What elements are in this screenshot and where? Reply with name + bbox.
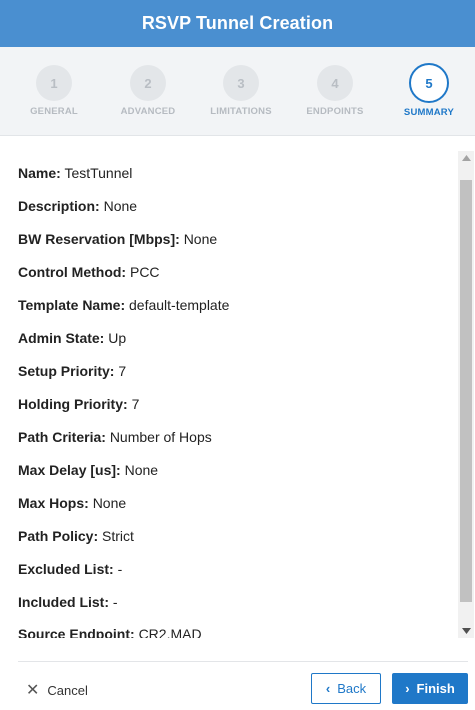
step-label: ENDPOINTS [306,106,364,117]
summary-row: Template Name: default-template [18,297,229,313]
step-number: 1 [36,65,72,101]
step-number: 3 [223,65,259,101]
summary-value: CR2.MAD [138,626,202,638]
step-label: LIMITATIONS [210,106,272,117]
summary-row: Control Method: PCC [18,264,160,280]
summary-row: Holding Priority: 7 [18,396,139,412]
summary-value: None [183,231,218,247]
summary-value: TestTunnel [64,165,133,181]
summary-value: None [124,462,159,478]
summary-label: Name: [18,165,61,181]
summary-value: Number of Hops [109,429,212,445]
summary-label: Path Policy: [18,528,99,544]
summary-label: Max Hops: [18,495,89,511]
step-label: SUMMARY [403,107,455,118]
summary-list: Name: TestTunnel Description: None BW Re… [0,151,455,638]
summary-row: Admin State: Up [18,330,126,346]
chevron-left-icon: ‹ [325,681,331,696]
summary-label: Included List: [18,594,109,610]
summary-label: Admin State: [18,330,105,346]
summary-label: Max Delay [us]: [18,462,121,478]
summary-row: Path Policy: Strict [18,528,134,544]
summary-row: Max Hops: None [18,495,126,511]
step-general[interactable]: 1 GENERAL [9,55,99,117]
scrollbar-thumb[interactable] [460,180,472,602]
summary-value: 7 [131,396,140,412]
summary-value: - [117,561,123,577]
summary-row: Name: TestTunnel [18,165,132,181]
step-summary[interactable]: 5 SUMMARY [384,55,474,118]
summary-row: Path Criteria: Number of Hops [18,429,212,445]
wizard-steps: 1 GENERAL 2 ADVANCED 3 LIMITATIONS 4 END… [0,47,475,136]
summary-label: Template Name: [18,297,126,313]
finish-label: Finish [416,681,455,696]
step-label: ADVANCED [120,106,176,117]
step-endpoints[interactable]: 4 ENDPOINTS [290,55,380,117]
triangle-up-icon[interactable] [458,151,474,165]
summary-value: None [103,198,138,214]
summary-row: Max Delay [us]: None [18,462,158,478]
summary-value: 7 [118,363,127,379]
close-icon: ✕ [26,682,40,699]
step-label: GENERAL [30,106,78,117]
summary-row: Setup Priority: 7 [18,363,126,379]
summary-label: Setup Priority: [18,363,115,379]
step-number: 2 [130,65,166,101]
summary-label: Control Method: [18,264,127,280]
summary-value: - [112,594,118,610]
summary-value: default-template [129,297,230,313]
summary-value: PCC [129,264,160,280]
dialog-title: RSVP Tunnel Creation [0,0,475,47]
step-advanced[interactable]: 2 ADVANCED [103,55,193,117]
summary-row: Description: None [18,198,137,214]
summary-row: BW Reservation [Mbps]: None [18,231,217,247]
scrollbar[interactable] [458,151,474,638]
triangle-down-icon[interactable] [458,624,474,638]
step-number: 4 [317,65,353,101]
back-label: Back [337,681,367,696]
back-button[interactable]: ‹ Back [311,673,381,704]
chevron-right-icon: › [405,681,410,696]
summary-label: BW Reservation [Mbps]: [18,231,180,247]
summary-row: Source Endpoint: CR2.MAD [18,626,202,638]
summary-label: Excluded List: [18,561,114,577]
summary-label: Holding Priority: [18,396,128,412]
step-limitations[interactable]: 3 LIMITATIONS [196,55,286,117]
summary-value: Strict [102,528,134,544]
summary-label: Description: [18,198,100,214]
summary-row: Included List: - [18,594,118,610]
step-number: 5 [409,63,449,103]
cancel-label: Cancel [47,682,88,698]
summary-label: Path Criteria: [18,429,106,445]
summary-value: None [92,495,127,511]
summary-row: Excluded List: - [18,561,122,577]
footer-divider [18,661,468,662]
summary-value: Up [108,330,127,346]
cancel-button[interactable]: ✕ Cancel [26,680,88,700]
finish-button[interactable]: › Finish [392,673,468,704]
summary-label: Source Endpoint: [18,626,135,638]
